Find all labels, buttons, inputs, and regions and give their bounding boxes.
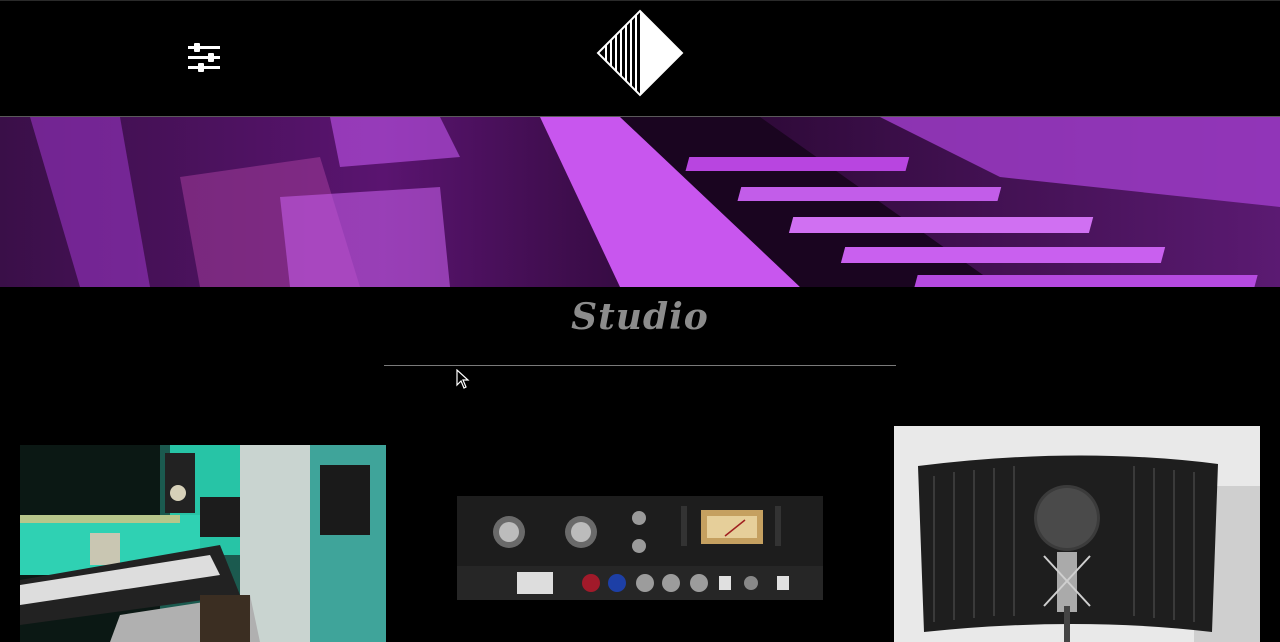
site-header — [0, 0, 1280, 116]
title-divider — [384, 365, 896, 366]
menu-button[interactable] — [186, 42, 222, 74]
gallery-photo-studio-desk[interactable] — [20, 445, 386, 642]
vocal-booth-microphone-photo — [894, 426, 1260, 642]
hero-banner — [0, 117, 1280, 287]
diamond-logo-icon — [596, 9, 684, 97]
studio-desk-photo — [20, 445, 386, 642]
mouse-cursor-icon — [456, 369, 470, 389]
purple-keyboard-banner — [0, 117, 1280, 287]
gallery-photo-vocal-booth[interactable] — [894, 426, 1260, 642]
sliders-menu-icon — [188, 43, 220, 72]
rack-compressor-photo — [457, 496, 823, 600]
page-title: Studio — [571, 296, 709, 338]
site-logo[interactable] — [594, 9, 686, 97]
gallery-photo-rack-compressor[interactable] — [457, 496, 823, 600]
page: Studio — [0, 0, 1280, 642]
